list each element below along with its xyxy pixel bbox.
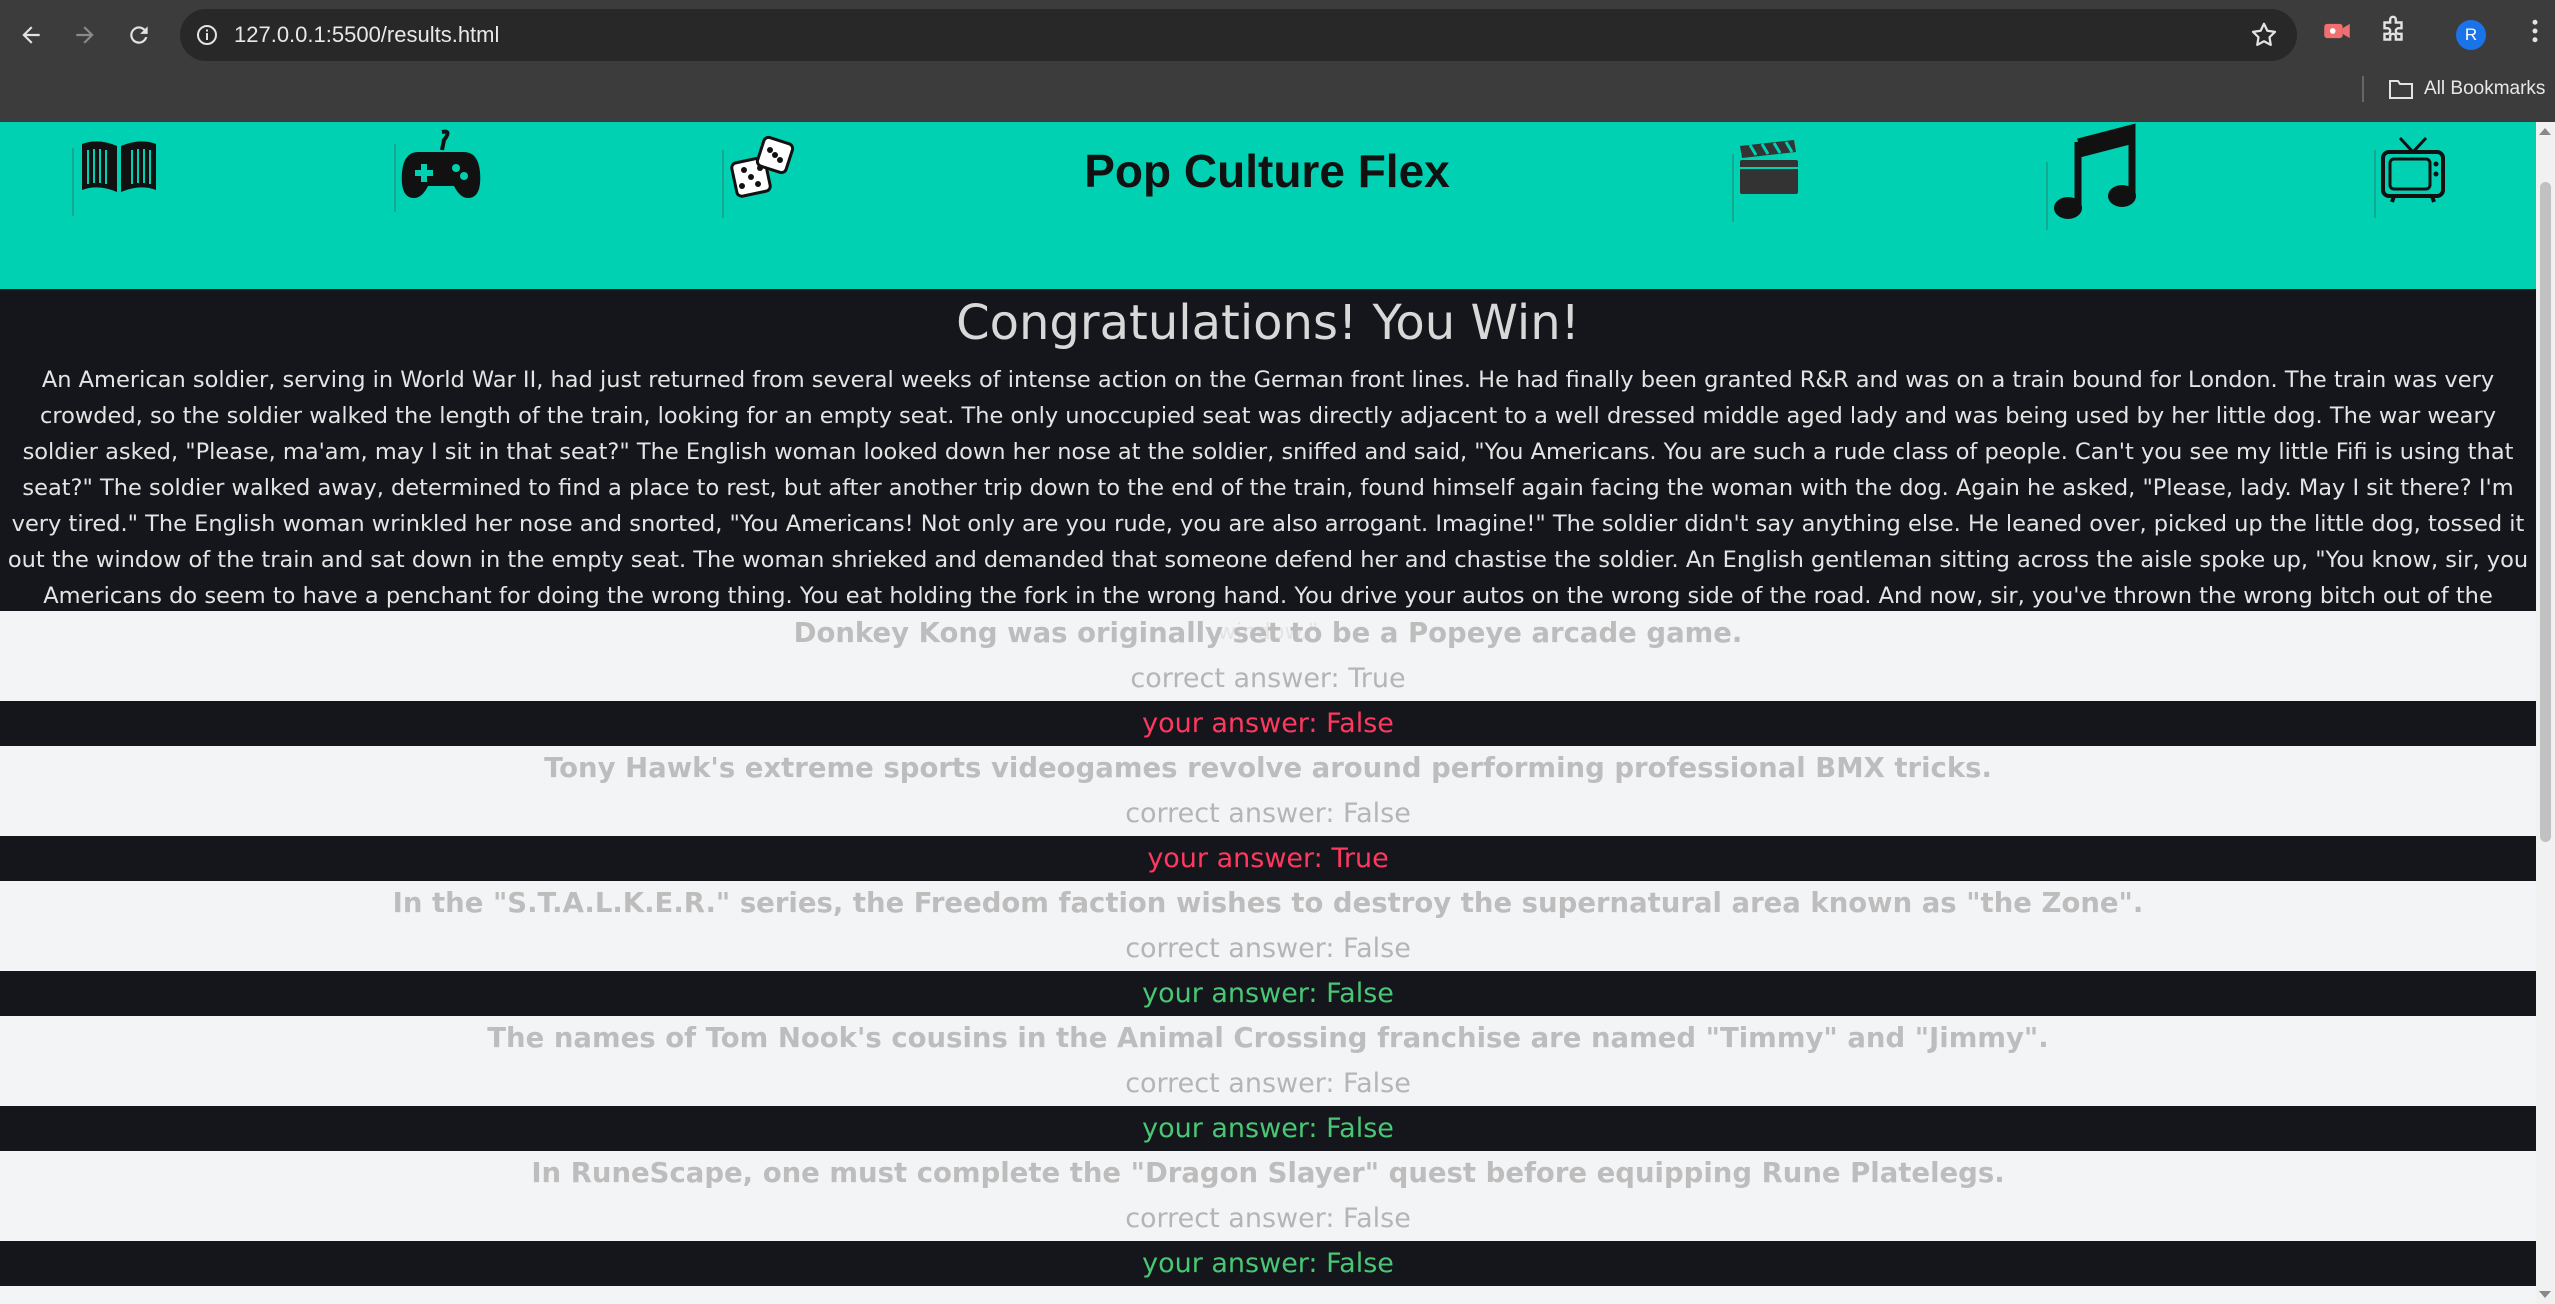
question-result: Tony Hawk's extreme sports videogames re…: [0, 746, 2536, 881]
question-text: In the "S.T.A.L.K.E.R." series, the Free…: [392, 887, 2144, 919]
question-result: In RuneScape, one must complete the "Dra…: [0, 1151, 2536, 1286]
scroll-up-arrow[interactable]: [2539, 128, 2551, 135]
screen-recorder-extension-icon[interactable]: [2320, 14, 2354, 48]
reload-icon: [130, 26, 148, 44]
correct-answer: correct answer: True: [1130, 663, 1406, 694]
book-icon: [82, 141, 156, 192]
nav-divider: [394, 144, 396, 212]
question-text: Tony Hawk's extreme sports videogames re…: [544, 752, 1992, 784]
page-scrollbar[interactable]: [2536, 122, 2555, 1304]
bookmark-star-icon[interactable]: [2249, 20, 2279, 50]
dice-icon: [730, 135, 795, 198]
your-answer: your answer: False: [0, 1241, 2536, 1286]
correct-answer: correct answer: False: [1125, 933, 1411, 964]
nav-divider: [2046, 162, 2048, 230]
win-heading: Congratulations! You Win!: [956, 295, 1580, 351]
site-info-icon[interactable]: [195, 23, 219, 47]
site-title[interactable]: Pop Culture Flex: [1072, 144, 1462, 198]
correct-answer: correct answer: False: [1125, 798, 1411, 829]
all-bookmarks-label: All Bookmarks: [2424, 78, 2546, 99]
your-answer: your answer: False: [0, 1106, 2536, 1151]
nav-divider: [1732, 154, 1734, 222]
tv-category-link[interactable]: [2374, 134, 2446, 218]
all-bookmarks-button[interactable]: All Bookmarks: [2388, 74, 2545, 104]
your-answer: your answer: False: [0, 971, 2536, 1016]
bookmarks-divider: [2362, 76, 2364, 102]
folder-icon: [2389, 80, 2413, 99]
forward-button[interactable]: [64, 14, 106, 56]
question-results-list: Donkey Kong was originally set to be a P…: [0, 611, 2536, 1286]
question-result: Donkey Kong was originally set to be a P…: [0, 611, 2536, 746]
board-games-category-link[interactable]: [722, 134, 800, 218]
correct-answer: correct answer: False: [1125, 1203, 1411, 1234]
reward-joke: An American soldier, serving in World Wa…: [7, 367, 2529, 645]
back-button[interactable]: [10, 14, 52, 56]
reload-button[interactable]: [118, 14, 160, 56]
your-answer: your answer: True: [0, 836, 2536, 881]
nav-divider: [722, 150, 724, 218]
arrow-left-icon: [22, 26, 40, 44]
question-text: Donkey Kong was originally set to be a P…: [793, 617, 1743, 649]
movies-category-link[interactable]: [1732, 138, 1800, 222]
browser-chrome: 127.0.0.1:5500/results.html R All Bookma…: [0, 0, 2555, 122]
scrollbar-thumb[interactable]: [2540, 182, 2551, 842]
arrow-right-icon: [76, 26, 94, 44]
nav-divider: [2374, 150, 2376, 218]
gamepad-icon: [401, 129, 481, 198]
film-clapper-icon: [1740, 140, 1798, 194]
browser-menu-icon[interactable]: [2520, 14, 2550, 48]
question-text: In RuneScape, one must complete the "Dra…: [531, 1157, 2005, 1189]
games-category-link[interactable]: [394, 128, 482, 212]
scroll-down-arrow[interactable]: [2539, 1291, 2551, 1298]
extensions-puzzle-icon[interactable]: [2376, 14, 2410, 48]
page-viewport: Pop Culture Flex Congratulations! You Wi…: [0, 122, 2536, 1304]
books-category-link[interactable]: [72, 132, 160, 216]
address-bar[interactable]: 127.0.0.1:5500/results.html: [180, 9, 2297, 61]
question-result: The names of Tom Nook's cousins in the A…: [0, 1016, 2536, 1151]
nav-divider: [72, 148, 74, 216]
question-text: The names of Tom Nook's cousins in the A…: [487, 1022, 2049, 1054]
your-answer: your answer: False: [0, 701, 2536, 746]
music-note-icon: [2054, 123, 2136, 219]
profile-avatar[interactable]: R: [2456, 20, 2486, 50]
question-result: In the "S.T.A.L.K.E.R." series, the Free…: [0, 881, 2536, 1016]
url-text[interactable]: 127.0.0.1:5500/results.html: [234, 9, 499, 61]
correct-answer: correct answer: False: [1125, 1068, 1411, 1099]
tv-icon: [2381, 136, 2445, 203]
music-category-link[interactable]: [2046, 122, 2136, 230]
results-banner: Congratulations! You Win! An American so…: [0, 289, 2536, 645]
site-header: Pop Culture Flex: [0, 122, 2536, 289]
